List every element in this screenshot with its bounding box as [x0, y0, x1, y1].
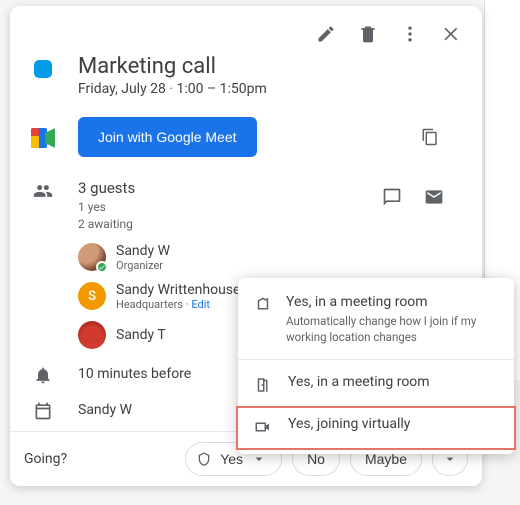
calendar-icon	[33, 401, 53, 421]
mail-icon	[424, 187, 444, 207]
event-toolbar	[10, 6, 482, 52]
close-icon	[442, 24, 462, 44]
trash-icon	[358, 24, 378, 44]
guest-item[interactable]: Sandy W Organizer	[78, 243, 374, 272]
avatar: S	[78, 282, 106, 310]
popup-opt3-label: Yes, joining virtually	[288, 416, 410, 432]
rsvp-yes-label: Yes	[220, 451, 243, 467]
event-title: Marketing call	[78, 54, 462, 79]
more-vert-icon	[400, 24, 420, 44]
guest-name: Sandy W	[116, 243, 170, 259]
rsvp-option-auto-room[interactable]: Yes, in a meeting room Automatically cha…	[238, 286, 514, 353]
guest-name: Sandy T	[116, 327, 166, 343]
rsvp-option-meeting-room[interactable]: Yes, in a meeting room	[238, 366, 514, 406]
options-button[interactable]	[392, 16, 428, 52]
avatar	[78, 243, 106, 271]
event-color-chip	[34, 60, 52, 78]
delete-button[interactable]	[350, 16, 386, 52]
rsvp-yes-badge	[96, 261, 108, 273]
guest-yes-count: 1 yes	[78, 199, 374, 216]
bell-icon	[33, 365, 53, 385]
popup-divider	[238, 359, 514, 360]
reminder-icon-col	[28, 363, 58, 385]
event-time: 1:00 – 1:50pm	[177, 81, 267, 97]
join-meet-button[interactable]: Join with Google Meet	[78, 117, 257, 157]
event-date: Friday, July 28	[78, 81, 166, 97]
datetime-separator	[166, 81, 177, 97]
title-row: Marketing call Friday, July 28 1:00 – 1:5…	[10, 52, 482, 97]
close-button[interactable]	[434, 16, 470, 52]
popup-opt2-label: Yes, in a meeting room	[288, 374, 430, 390]
going-label: Going?	[24, 451, 67, 467]
meet-icon-col	[28, 126, 58, 148]
rsvp-option-virtual[interactable]: Yes, joining virtually	[236, 406, 516, 450]
pencil-icon	[316, 24, 336, 44]
copy-icon	[421, 128, 439, 146]
popup-opt1-sub: Automatically change how I join if my wo…	[286, 314, 498, 345]
edit-location-link[interactable]: Edit	[191, 298, 210, 311]
guest-name: Sandy Writtenhouse	[116, 282, 240, 298]
copy-meet-link-button[interactable]	[412, 119, 448, 155]
guests-icon-col	[28, 179, 58, 201]
guest-awaiting-count: 2 awaiting	[78, 216, 374, 233]
location-auto-icon	[196, 451, 212, 467]
chat-guests-button[interactable]	[374, 179, 410, 215]
rsvp-options-popup: Yes, in a meeting room Automatically cha…	[238, 278, 514, 454]
edit-button[interactable]	[308, 16, 344, 52]
color-chip-col	[28, 52, 58, 78]
meet-row: Join with Google Meet	[10, 117, 482, 157]
videocam-icon	[254, 416, 274, 440]
people-icon	[33, 181, 53, 201]
guest-status: 1 yes 2 awaiting	[78, 199, 374, 233]
location-auto-icon	[254, 294, 272, 318]
guest-role: Organizer	[116, 259, 170, 272]
avatar	[78, 321, 106, 349]
calendar-icon-col	[28, 399, 58, 421]
guest-location: Headquarters · Edit	[116, 298, 240, 311]
chat-icon	[382, 187, 402, 207]
google-meet-icon	[31, 128, 55, 148]
meeting-room-icon	[254, 374, 274, 398]
popup-opt1-label: Yes, in a meeting room	[286, 294, 498, 310]
guest-count: 3 guests	[78, 179, 374, 197]
event-datetime: Friday, July 28 1:00 – 1:50pm	[78, 81, 462, 97]
email-guests-button[interactable]	[416, 179, 452, 215]
